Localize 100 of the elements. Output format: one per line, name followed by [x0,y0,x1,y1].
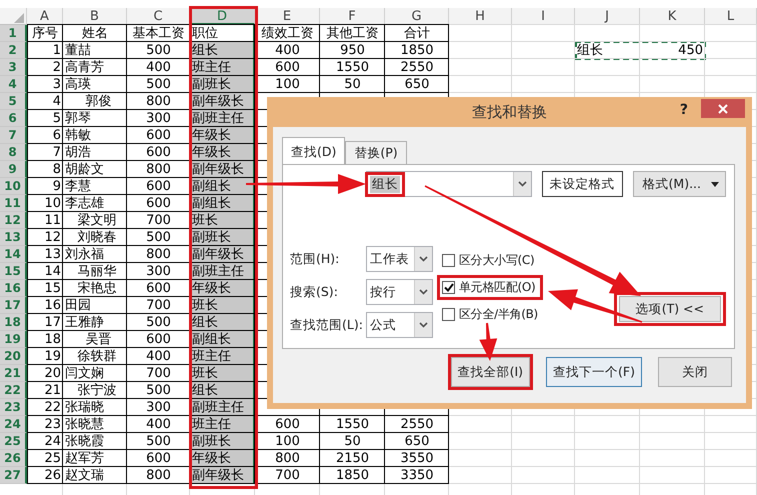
dropdown[interactable]: 按行 [366,279,433,305]
chevron-down-icon [419,289,428,295]
column-header[interactable]: L [705,8,757,25]
table-cell-text: 王雅静 [64,314,105,331]
checkbox-label[interactable]: 区分全/半角(B) [459,306,538,323]
column-header[interactable]: I [512,8,575,25]
checkbox-label[interactable]: 区分大小写(C) [459,252,534,269]
table-cell-text: 400 [274,42,301,59]
table-cell-text: 基本工资 [132,25,186,42]
table-cell-text: 14 [43,263,62,280]
table-cell-text: 6 [52,127,62,144]
column-header[interactable]: A [27,8,63,25]
column-header[interactable]: E [255,8,320,25]
table-cell: 副年级长 [190,161,255,178]
table-cell-text: 其他工资 [326,25,380,42]
table-cell-text: 张宁波 [76,382,118,399]
row-header[interactable]: 8 [0,144,27,161]
dialog-button[interactable]: 查找下一个(F) [546,357,642,387]
row-header[interactable]: 9 [0,161,27,178]
row-header[interactable]: 26 [0,450,27,467]
checkmark-icon [444,283,454,292]
checkbox-label[interactable]: 单元格匹配(O) [459,279,536,296]
checkbox[interactable] [442,281,455,294]
column-header[interactable]: K [640,8,705,25]
table-cell-text: 700 [145,297,172,314]
checkbox[interactable] [442,308,455,321]
format-button[interactable]: 格式(M)... [632,171,726,197]
table-cell-text: 100 [274,433,301,450]
checkbox[interactable] [442,254,455,267]
table-cell-text: 1850 [399,42,435,59]
column-header[interactable]: F [320,8,385,25]
table-cell-text: 刘晓春 [76,229,118,246]
row-header[interactable]: 5 [0,93,27,110]
row-header[interactable]: 23 [0,399,27,416]
dialog-button[interactable]: 查找全部(I) [450,357,530,387]
row-header[interactable]: 7 [0,127,27,144]
column-header[interactable]: H [449,8,512,25]
row-header[interactable]: 6 [0,110,27,127]
column-header[interactable]: J [575,8,640,25]
column-header[interactable]: C [127,8,190,25]
table-cell-text: 9 [52,178,62,195]
options-button[interactable]: 选项(T) << [618,296,721,322]
table-cell: 班主任 [190,59,255,76]
table-cell-text: 闫文娴 [64,365,105,382]
table-cell-text: 300 [145,399,172,416]
table-cell-text: 绩效工资 [260,25,314,42]
row-header[interactable]: 14 [0,246,27,263]
row-header[interactable]: 4 [0,76,27,93]
table-cell-text: 2550 [399,416,435,433]
row-header[interactable]: 1 [0,25,27,42]
table-cell-text: 11 [43,212,62,229]
table-cell-text: 12 [43,229,62,246]
table-cell-text: 1550 [334,416,370,433]
table-cell-text: 700 [274,467,301,484]
table-cell-text: 郭俊 [84,93,113,110]
find-what-field[interactable]: 组长 [366,171,532,197]
table-cell: 副年级长 [190,467,255,484]
row-header[interactable]: 17 [0,297,27,314]
dropdown[interactable]: 工作表 [366,246,433,272]
table-cell-text: 刘永福 [64,246,105,263]
row-header[interactable]: 16 [0,280,27,297]
table-cell-text: 宋艳忠 [76,280,118,297]
table-cell: 年级长 [190,450,255,467]
dropdown[interactable]: 公式 [366,312,433,338]
table-cell-text: 1550 [334,59,370,76]
table-cell-text: 田园 [64,297,92,314]
column-header[interactable]: B [63,8,127,25]
row-header[interactable]: 18 [0,314,27,331]
row-header[interactable]: 19 [0,331,27,348]
tab[interactable]: 替换(P) [345,141,407,165]
row-header[interactable]: 2 [0,42,27,59]
table-cell: 班长 [190,365,255,382]
table-cell-text: 600 [145,144,172,161]
column-header[interactable]: G [385,8,449,25]
row-header[interactable]: 27 [0,467,27,484]
table-cell-text: 600 [274,416,301,433]
row-header[interactable]: 3 [0,59,27,76]
row-header[interactable]: 25 [0,433,27,450]
row-header[interactable]: 21 [0,365,27,382]
row-header[interactable]: 13 [0,229,27,246]
table-cell: 副班主任 [190,263,255,280]
field-label: 搜索(S): [290,284,339,300]
dialog-button[interactable]: 关闭 [658,357,732,387]
chevron-down-icon [419,256,428,262]
table-cell: 年级长 [190,280,255,297]
tab[interactable]: 查找(D) [282,137,346,165]
table-cell-text: 23 [43,416,62,433]
row-header[interactable]: 22 [0,382,27,399]
table-cell-text: 胡龄文 [64,161,105,178]
row-header[interactable]: 10 [0,178,27,195]
help-button[interactable]: ? [680,102,688,118]
table-cell-text: 100 [274,76,301,93]
row-header[interactable]: 15 [0,263,27,280]
row-header[interactable]: 12 [0,212,27,229]
table-cell-text: 500 [145,42,172,59]
table-cell: 组长 [190,314,255,331]
row-header[interactable]: 24 [0,416,27,433]
row-header[interactable]: 20 [0,348,27,365]
row-header[interactable]: 11 [0,195,27,212]
close-button[interactable] [701,99,745,118]
